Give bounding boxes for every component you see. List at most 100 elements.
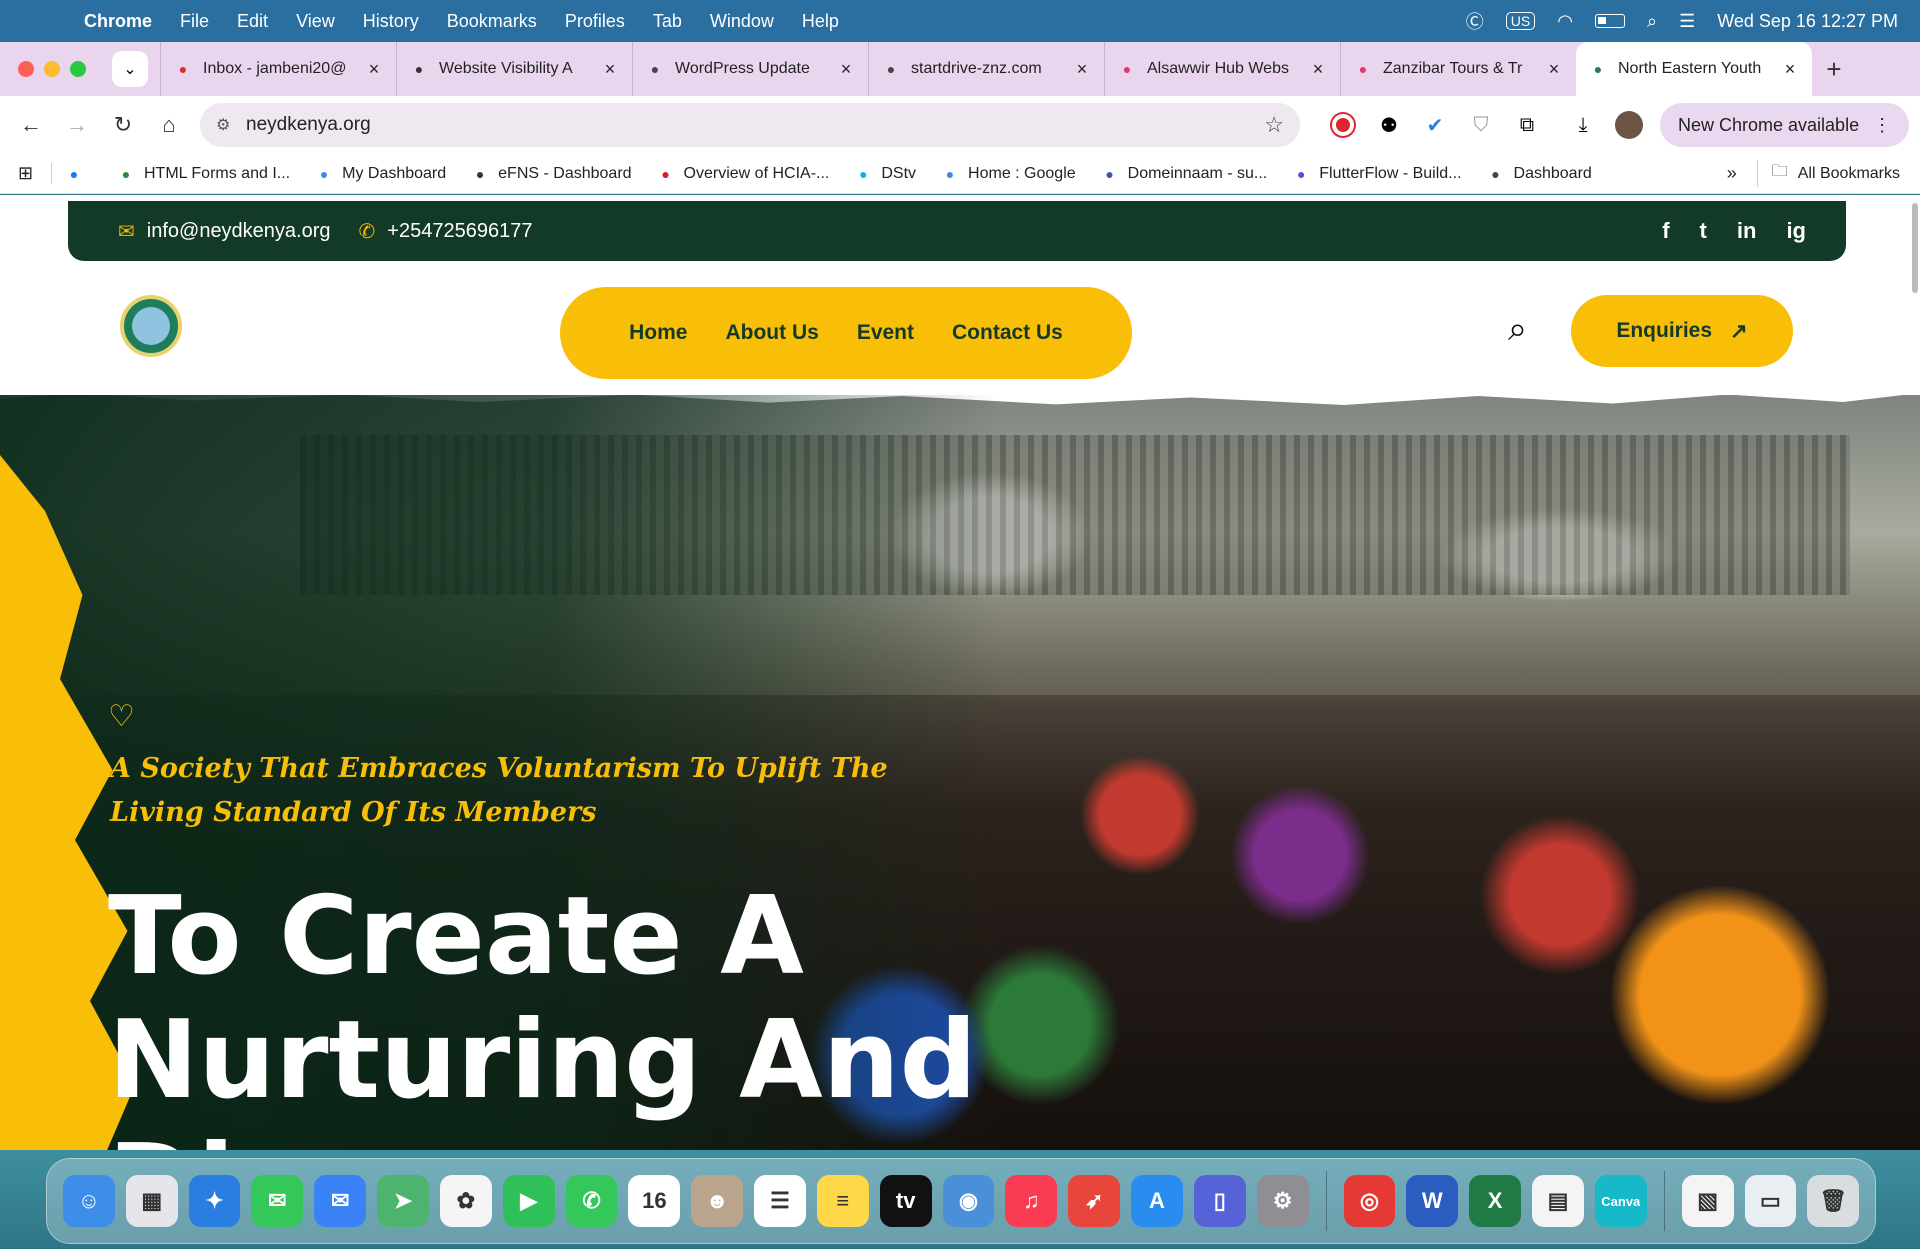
menu-help[interactable]: Help bbox=[788, 11, 853, 32]
chrome-update-button[interactable]: New Chrome available ⋮ bbox=[1660, 103, 1910, 147]
browser-tab[interactable]: ● Website Visibility A × bbox=[396, 42, 632, 96]
notes-icon[interactable]: ≡ bbox=[816, 1175, 869, 1227]
battery-icon[interactable] bbox=[1594, 14, 1625, 28]
safari-icon[interactable]: ✦ bbox=[188, 1175, 241, 1227]
menu-bookmarks[interactable]: Bookmarks bbox=[433, 11, 551, 32]
page-scrollbar[interactable] bbox=[1912, 203, 1918, 293]
bookmark-item[interactable]: ● HTML Forms and I... bbox=[104, 164, 302, 184]
browser-tab[interactable]: ● Alsawwir Hub Webs × bbox=[1104, 42, 1340, 96]
wifi-icon[interactable]: ◠ bbox=[1557, 11, 1573, 32]
bookmark-item[interactable]: ● FlutterFlow - Build... bbox=[1279, 164, 1473, 184]
check-extension-icon[interactable]: ✔ bbox=[1412, 113, 1458, 138]
phone-icon[interactable]: ✆ bbox=[565, 1175, 618, 1227]
menu-window[interactable]: Window bbox=[696, 11, 788, 32]
nav-contact-us[interactable]: Contact Us bbox=[952, 321, 1063, 345]
document-icon[interactable]: ▧ bbox=[1681, 1175, 1734, 1227]
close-tab-icon[interactable]: × bbox=[836, 59, 856, 80]
appstore-icon[interactable]: A bbox=[1131, 1175, 1183, 1227]
linkedin-icon[interactable]: in bbox=[1737, 218, 1757, 244]
calendar-icon[interactable]: 16 bbox=[628, 1175, 681, 1227]
phone-contact[interactable]: ✆ +254725696177 bbox=[359, 219, 533, 244]
forward-arrow-icon[interactable]: → bbox=[54, 112, 100, 138]
puzzle-extensions-icon[interactable]: ⧉ bbox=[1504, 114, 1550, 137]
profile-avatar[interactable] bbox=[1606, 111, 1652, 139]
close-tab-icon[interactable]: × bbox=[1780, 59, 1800, 80]
all-bookmarks-button[interactable]: 🗀 All Bookmarks bbox=[1756, 160, 1920, 187]
nav-home[interactable]: Home bbox=[629, 321, 687, 345]
canva-icon[interactable]: Canva bbox=[1594, 1175, 1647, 1227]
tab-search-button[interactable]: ⌄ bbox=[112, 51, 148, 87]
extension-icon[interactable]: ⚉ bbox=[1366, 113, 1412, 138]
shield-icon[interactable]: ⛉ bbox=[1458, 114, 1504, 137]
home-icon[interactable]: ⌂ bbox=[146, 112, 192, 138]
mail-icon[interactable]: ✉ bbox=[314, 1175, 367, 1227]
back-arrow-icon[interactable]: ← bbox=[8, 112, 54, 138]
menu-app-name[interactable]: Chrome bbox=[70, 11, 166, 32]
zoom-window-button[interactable] bbox=[70, 61, 86, 77]
word-icon[interactable]: W bbox=[1406, 1175, 1459, 1227]
messages-icon[interactable]: ✉ bbox=[251, 1175, 304, 1227]
email-text[interactable]: info@neydkenya.org bbox=[147, 220, 331, 243]
close-tab-icon[interactable]: × bbox=[364, 59, 384, 80]
browser-tab[interactable]: ● North Eastern Youth × bbox=[1576, 42, 1812, 96]
bookmark-item[interactable]: ● Dashboard bbox=[1474, 164, 1604, 184]
launchpad-icon[interactable]: ▦ bbox=[125, 1175, 178, 1227]
close-tab-icon[interactable]: × bbox=[1308, 59, 1328, 80]
reminders-icon[interactable]: ☰ bbox=[754, 1175, 806, 1227]
menu-profiles[interactable]: Profiles bbox=[551, 11, 639, 32]
nav-about-us[interactable]: About Us bbox=[725, 321, 818, 345]
close-tab-icon[interactable]: × bbox=[600, 59, 620, 80]
email-contact[interactable]: ✉ info@neydkenya.org bbox=[118, 219, 331, 244]
browser-tab[interactable]: ● Zanzibar Tours & Tr × bbox=[1340, 42, 1576, 96]
chrome-icon[interactable]: ◎ bbox=[1343, 1175, 1396, 1227]
appletv-icon[interactable]: tv bbox=[879, 1175, 932, 1227]
close-window-button[interactable] bbox=[18, 61, 34, 77]
excel-icon[interactable]: X bbox=[1469, 1175, 1522, 1227]
phone-text[interactable]: +254725696177 bbox=[387, 220, 532, 243]
menu-file[interactable]: File bbox=[166, 11, 223, 32]
photos-icon[interactable]: ✿ bbox=[439, 1175, 492, 1227]
opera-extension-icon[interactable] bbox=[1320, 114, 1366, 136]
iphone-mirroring-icon[interactable]: ▯ bbox=[1193, 1175, 1246, 1227]
trash-icon[interactable]: 🗑 bbox=[1807, 1175, 1860, 1227]
more-menu-icon[interactable]: ⋮ bbox=[1873, 115, 1891, 136]
address-url[interactable]: neydkenya.org bbox=[246, 114, 1264, 136]
rocket-icon[interactable]: ➶ bbox=[1068, 1175, 1121, 1227]
bookmark-item[interactable]: ● Overview of HCIA-... bbox=[644, 164, 842, 184]
reload-icon[interactable]: ↻ bbox=[100, 112, 146, 138]
spreadsheet-icon[interactable]: ▤ bbox=[1532, 1175, 1584, 1227]
menu-edit[interactable]: Edit bbox=[223, 11, 282, 32]
apps-grid-icon[interactable]: ⊞ bbox=[0, 163, 52, 184]
instagram-icon[interactable]: ig bbox=[1786, 218, 1806, 244]
browser-tab[interactable]: ● startdrive-znz.com × bbox=[868, 42, 1104, 96]
bookmark-star-icon[interactable]: ☆ bbox=[1264, 112, 1284, 138]
music-icon[interactable]: ♫ bbox=[1005, 1175, 1058, 1227]
facebook-icon[interactable]: f bbox=[1662, 218, 1669, 244]
screenshot-icon[interactable]: ◉ bbox=[942, 1175, 995, 1227]
minimize-window-button[interactable] bbox=[44, 61, 60, 77]
bookmark-item[interactable]: ● My Dashboard bbox=[302, 164, 458, 184]
c-status-icon[interactable]: Ⓒ bbox=[1466, 8, 1484, 34]
search-icon[interactable]: ⌕ bbox=[1508, 310, 1527, 349]
browser-tab[interactable]: ● Inbox - jambeni20@ × bbox=[160, 42, 396, 96]
nav-event[interactable]: Event bbox=[857, 321, 914, 345]
bookmark-item[interactable]: ● bbox=[52, 164, 104, 184]
close-tab-icon[interactable]: × bbox=[1544, 59, 1564, 80]
maps-icon[interactable]: ➤ bbox=[377, 1175, 429, 1227]
system-settings-icon[interactable]: ⚙ bbox=[1256, 1175, 1309, 1227]
address-bar[interactable]: ⚙ neydkenya.org ☆ bbox=[200, 103, 1300, 147]
menu-history[interactable]: History bbox=[349, 11, 433, 32]
control-center-icon[interactable]: ☰ bbox=[1679, 11, 1695, 32]
contacts-icon[interactable]: ☻ bbox=[691, 1175, 744, 1227]
site-logo[interactable] bbox=[120, 295, 182, 357]
facetime-icon[interactable]: ▶ bbox=[502, 1175, 555, 1227]
bookmark-item[interactable]: ● Domeinnaam - su... bbox=[1088, 164, 1280, 184]
bookmark-item[interactable]: ● eFNS - Dashboard bbox=[458, 164, 643, 184]
screen-icon[interactable]: ▭ bbox=[1744, 1175, 1797, 1227]
download-icon[interactable]: ⤓ bbox=[1560, 114, 1606, 137]
input-source-indicator[interactable]: US bbox=[1505, 12, 1536, 30]
site-info-icon[interactable]: ⚙ bbox=[216, 115, 246, 135]
menubar-clock[interactable]: Wed Sep 16 12:27 PM bbox=[1717, 11, 1898, 32]
more-bookmarks-icon[interactable]: » bbox=[1707, 163, 1757, 184]
twitter-icon[interactable]: t bbox=[1700, 218, 1707, 244]
